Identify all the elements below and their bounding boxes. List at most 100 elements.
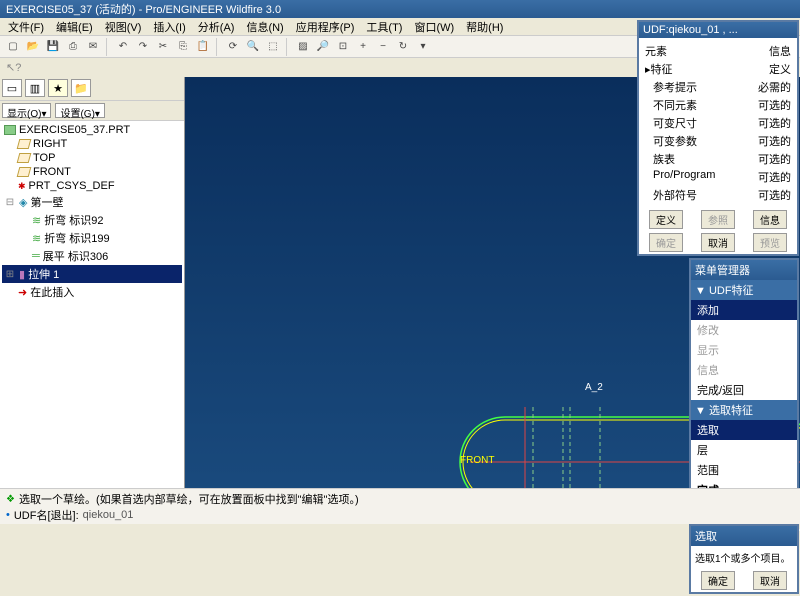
print-icon[interactable]: ⎙ xyxy=(64,38,82,56)
select-icon[interactable]: ⬚ xyxy=(264,38,282,56)
tree-plane-front[interactable]: FRONT xyxy=(16,165,182,179)
tree-plane-top[interactable]: TOP xyxy=(16,151,182,165)
zoom-out-icon[interactable]: − xyxy=(374,38,392,56)
paste-icon[interactable]: 📋 xyxy=(194,38,212,56)
tree-tab-3[interactable]: ★ xyxy=(48,79,68,97)
menu-done-return[interactable]: 完成/返回 xyxy=(691,380,797,400)
tree-label: 第一壁 xyxy=(30,194,63,210)
window-titlebar: EXERCISE05_37 (活动的) - Pro/ENGINEER Wildf… xyxy=(0,0,800,18)
menu-info: 信息 xyxy=(691,360,797,380)
help-cursor-icon[interactable]: ↖? xyxy=(6,62,21,74)
udf-title[interactable]: UDF:qiekou_01 , ... xyxy=(639,22,797,38)
cell: 定义 xyxy=(769,61,791,77)
collapse-icon[interactable]: ⊟ xyxy=(4,197,16,208)
open-icon[interactable]: 📂 xyxy=(24,38,42,56)
menu-app[interactable]: 应用程序(P) xyxy=(290,17,361,37)
extrude-icon: ▮ xyxy=(19,268,25,281)
separator xyxy=(216,38,220,56)
unbend-icon: ═ xyxy=(32,250,40,262)
udf-header: 元素 信息 xyxy=(643,42,793,60)
save-icon[interactable]: 💾 xyxy=(44,38,62,56)
undo-icon[interactable]: ↶ xyxy=(114,38,132,56)
zoom-in-icon[interactable]: + xyxy=(354,38,372,56)
status-value: qiekou_01 xyxy=(83,509,134,521)
select-ok-button[interactable]: 确定 xyxy=(701,571,735,590)
cell: 可选的 xyxy=(758,169,791,185)
show-dropdown[interactable]: 显示(O)▾ xyxy=(2,103,51,118)
menu-file[interactable]: 文件(F) xyxy=(2,17,50,37)
col-info: 信息 xyxy=(769,43,791,59)
tree-bend1[interactable]: ≋折弯 标识92 xyxy=(30,211,182,229)
tree-tab-1[interactable]: ▭ xyxy=(2,79,22,97)
udf-row[interactable]: 外部符号可选的 xyxy=(643,186,793,204)
udf-row[interactable]: 不同元素可选的 xyxy=(643,96,793,114)
cut-icon[interactable]: ✂ xyxy=(154,38,172,56)
menu-window[interactable]: 窗口(W) xyxy=(408,17,460,37)
cell: Pro/Program xyxy=(645,169,715,185)
menu-tools[interactable]: 工具(T) xyxy=(360,17,408,37)
tree-label: 在此插入 xyxy=(30,284,74,300)
status-text: 选取一个草绘。(如果首选内部草绘，可在放置面板中找到"编辑"选项。) xyxy=(19,491,359,507)
view-zoom-icon[interactable]: 🔎 xyxy=(314,38,332,56)
menu-edit[interactable]: 编辑(E) xyxy=(50,17,99,37)
bullet-icon: ❖ xyxy=(6,494,15,505)
tree-tab-4[interactable]: 📁 xyxy=(71,79,91,97)
view-fit-icon[interactable]: ⊡ xyxy=(334,38,352,56)
menu-help[interactable]: 帮助(H) xyxy=(460,17,509,37)
section-label: 选取特征 xyxy=(709,405,753,417)
menu-info[interactable]: 信息(N) xyxy=(240,17,289,37)
orient-icon[interactable]: ↻ xyxy=(394,38,412,56)
udf-feature-section: ▼ UDF特征 xyxy=(691,280,797,300)
udf-buttons-1: 定义 参照 信息 xyxy=(639,208,797,231)
cancel-button[interactable]: 取消 xyxy=(701,233,735,252)
tree-root[interactable]: EXERCISE05_37.PRT xyxy=(2,123,182,137)
menumgr-title[interactable]: 菜单管理器 xyxy=(691,260,797,280)
menu-range[interactable]: 范围 xyxy=(691,460,797,480)
separator xyxy=(106,38,110,56)
tree-plane-right[interactable]: RIGHT xyxy=(16,137,182,151)
udf-row[interactable]: ▸特征定义 xyxy=(643,60,793,78)
window-title: EXERCISE05_37 (活动的) - Pro/ENGINEER Wildf… xyxy=(6,1,281,17)
search-icon[interactable]: 🔍 xyxy=(244,38,262,56)
regen-icon[interactable]: ⟳ xyxy=(224,38,242,56)
new-icon[interactable]: ▢ xyxy=(4,38,22,56)
tree-group[interactable]: ⊟◈第一壁 xyxy=(2,193,182,211)
tree-csys[interactable]: ✱PRT_CSYS_DEF xyxy=(16,179,182,193)
menu-add[interactable]: 添加 xyxy=(691,300,797,320)
col-element: 元素 xyxy=(645,43,667,59)
saved-view-icon[interactable]: ▾ xyxy=(414,38,432,56)
menu-insert[interactable]: 插入(I) xyxy=(147,17,191,37)
model-tree[interactable]: EXERCISE05_37.PRT RIGHT TOP FRONT ✱PRT_C… xyxy=(0,121,184,507)
copy-icon[interactable]: ⎘ xyxy=(174,38,192,56)
udf-row[interactable]: 可变尺寸可选的 xyxy=(643,114,793,132)
tree-tab-2[interactable]: ▥ xyxy=(25,79,45,97)
cell: 参考提示 xyxy=(645,79,697,95)
plane-icon xyxy=(17,167,32,177)
tree-insert-here[interactable]: ➜在此插入 xyxy=(16,283,182,301)
tree-bend2[interactable]: ≋折弯 标识199 xyxy=(30,229,182,247)
tree-extrude[interactable]: ⊞▮拉伸 1 xyxy=(2,265,182,283)
select-title[interactable]: 选取 xyxy=(691,526,797,546)
tree-label: 展平 标识306 xyxy=(43,248,108,264)
csys-icon: ✱ xyxy=(18,181,26,192)
cell: 族表 xyxy=(645,151,675,167)
settings-dropdown[interactable]: 设置(G)▾ xyxy=(55,103,104,118)
tree-flat[interactable]: ═展平 标识306 xyxy=(30,247,182,265)
menu-layer[interactable]: 层 xyxy=(691,440,797,460)
select-cancel-button[interactable]: 取消 xyxy=(753,571,787,590)
udf-row[interactable]: Pro/Program 可选的 xyxy=(643,168,793,186)
redo-icon[interactable]: ↷ xyxy=(134,38,152,56)
expand-icon[interactable]: ⊞ xyxy=(4,269,16,280)
udf-row[interactable]: 族表可选的 xyxy=(643,150,793,168)
info-button[interactable]: 信息 xyxy=(753,210,787,229)
menu-analyze[interactable]: 分析(A) xyxy=(192,17,241,37)
define-button[interactable]: 定义 xyxy=(649,210,683,229)
udf-row[interactable]: 可变参数可选的 xyxy=(643,132,793,150)
menu-select[interactable]: 选取 xyxy=(691,420,797,440)
menu-view[interactable]: 视图(V) xyxy=(99,17,148,37)
udf-row[interactable]: 参考提示必需的 xyxy=(643,78,793,96)
mail-icon[interactable]: ✉ xyxy=(84,38,102,56)
cell: 外部符号 xyxy=(645,187,697,203)
redraw-icon[interactable]: ▨ xyxy=(294,38,312,56)
cell: 不同元素 xyxy=(645,97,697,113)
